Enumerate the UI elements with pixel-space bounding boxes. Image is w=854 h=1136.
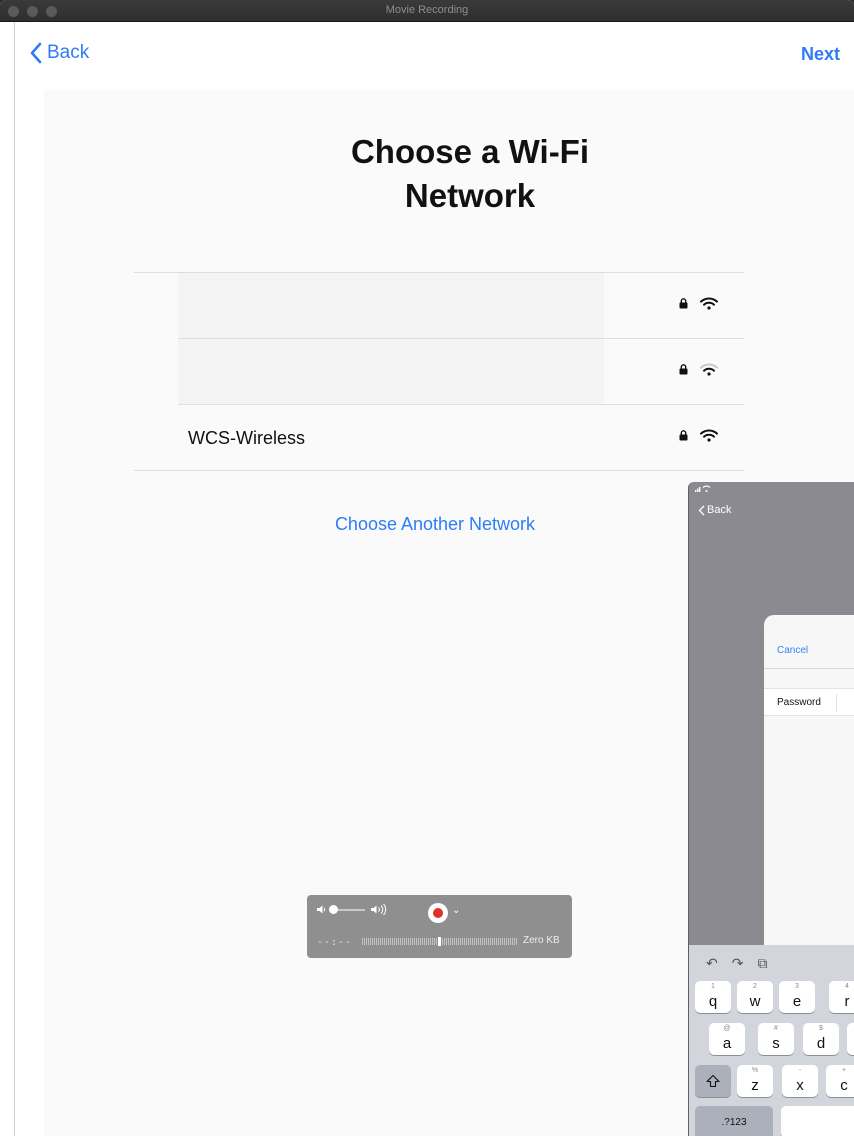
record-button[interactable] [428, 903, 448, 923]
volume-slider[interactable] [329, 904, 365, 914]
space-key[interactable] [781, 1106, 854, 1136]
lock-icon [679, 364, 688, 375]
password-field[interactable] [836, 694, 854, 712]
quicktime-window: Movie Recording Back Next Choose a Wi-Fi… [0, 0, 854, 1136]
key-s[interactable]: # s [758, 1023, 794, 1055]
key-q[interactable]: 1 q [695, 981, 731, 1013]
key-d[interactable]: $ d [803, 1023, 839, 1055]
network-name-placeholder [178, 273, 604, 338]
lock-icon [679, 430, 688, 441]
page-title: Choose a Wi-Fi Network [350, 133, 590, 214]
volume-high-icon [371, 904, 387, 915]
signal-wifi-icon [695, 485, 711, 492]
network-row[interactable] [178, 339, 744, 405]
volume-low-icon [317, 905, 326, 914]
password-label: Password [777, 697, 821, 708]
title-bar[interactable]: Movie Recording [0, 0, 854, 22]
choose-another-network-link[interactable]: Choose Another Network [305, 514, 565, 535]
network-row[interactable] [178, 273, 744, 339]
back-button[interactable]: Back [29, 42, 89, 64]
on-screen-keyboard: ↶ ↷ ⧉ 1 q 2 w 3 e 4 r @ a # s $ d % z - … [689, 945, 854, 1136]
cancel-button[interactable]: Cancel [777, 645, 808, 656]
network-name: WCS-Wireless [188, 428, 305, 448]
wifi-full-icon [700, 429, 718, 442]
shift-key[interactable] [695, 1065, 731, 1097]
wifi-medium-icon [700, 363, 718, 376]
next-button[interactable]: Next [801, 44, 840, 65]
key-f[interactable] [847, 1023, 854, 1055]
chevron-left-icon [30, 42, 42, 64]
redo-icon[interactable]: ↷ [732, 955, 744, 972]
shift-icon [706, 1074, 720, 1088]
key-c[interactable]: + c [826, 1065, 854, 1097]
audio-level-indicator [438, 937, 441, 946]
volume-slider-knob[interactable] [329, 904, 338, 914]
key-a[interactable]: @ a [709, 1023, 745, 1055]
recording-file-size: Zero KB [523, 935, 560, 946]
recording-controls: ⌄ --:-- Zero KB [307, 895, 572, 958]
undo-icon[interactable]: ↶ [706, 955, 718, 972]
network-row[interactable]: WCS-Wireless [134, 405, 744, 471]
key-z[interactable]: % z [737, 1065, 773, 1097]
network-name-placeholder [178, 339, 604, 404]
status-bar [695, 485, 711, 494]
key-w[interactable]: 2 w [737, 981, 773, 1013]
lock-icon [679, 298, 688, 309]
key-e[interactable]: 3 e [779, 981, 815, 1013]
key-x[interactable]: - x [782, 1065, 818, 1097]
chevron-down-icon[interactable]: ⌄ [452, 905, 460, 916]
numbers-key[interactable]: .?123 [695, 1106, 773, 1136]
window-title: Movie Recording [385, 4, 469, 16]
back-label: Back [47, 42, 90, 63]
key-r[interactable]: 4 r [829, 981, 854, 1013]
password-row: Password [764, 688, 854, 716]
paste-icon[interactable]: ⧉ [757, 955, 767, 972]
recording-time: --:-- [317, 937, 353, 948]
ipad-preview: Back Cancel Password ↶ ↷ ⧉ 1 q 2 w 3 e 4… [688, 482, 854, 1136]
ipad-back-button[interactable]: Back [698, 504, 731, 516]
chevron-left-icon [698, 505, 705, 515]
wifi-full-icon [700, 297, 718, 310]
password-dialog: Cancel Password [764, 615, 854, 945]
record-dot-icon [433, 908, 443, 918]
